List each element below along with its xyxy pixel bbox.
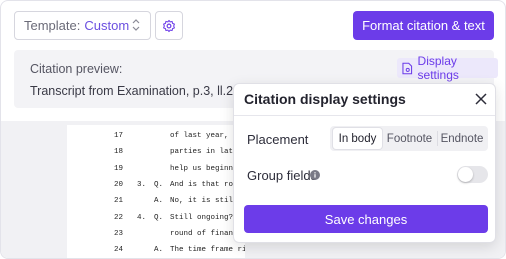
line-number: 24 [113,246,123,255]
line-number: 19 [113,164,123,173]
popover-divider [234,115,495,116]
file-settings-icon [402,62,413,74]
speaker-marker: Q. [154,213,164,222]
line-number: 22 [113,213,123,222]
placement-label: Placement [247,132,309,147]
line-text: No, it is still [170,197,238,206]
placement-option-footnote[interactable]: Footnote [382,128,437,149]
line-number: 17 [113,132,123,140]
line-text: Still ongoing? i [170,213,243,222]
gear-icon [163,19,175,32]
group-fields-toggle[interactable] [457,166,488,183]
line-number: 21 [113,197,123,206]
close-icon[interactable] [474,92,488,106]
template-select[interactable]: Template: Custom [14,11,151,40]
display-settings-button[interactable]: Display settings [397,54,498,82]
line-number: 20 [113,180,123,189]
toggle-knob [458,167,473,182]
speaker-marker: A. [154,197,164,206]
speaker-marker: Q. [154,180,164,189]
placement-option-endnote[interactable]: Endnote [438,128,486,149]
template-label: Template: [24,18,81,33]
format-citation-button[interactable]: Format citation & text [353,11,494,40]
citation-preview-label: Citation preview: [30,62,123,76]
line-text: round of financi [170,229,243,238]
placement-option-label: Footnote [386,132,433,145]
group-fields-label: Group fields [247,168,318,183]
question-number: 4. [137,213,147,222]
line-number: 18 [113,148,123,157]
placement-option-label: In body [338,132,377,145]
template-value: Custom [84,18,130,33]
citation-preview-text: Transcript from Examination, p.3, ll.24-… [30,84,259,98]
citation-display-settings-popover: Citation display settings Placement In b… [233,83,496,243]
transcript-page[interactable]: 17 of last year, wi 18 parties in late 19 hel… [67,125,245,258]
line-number: 23 [113,229,123,238]
placement-option-label: Endnote [440,132,484,145]
line-text: help us beginnin [170,164,243,173]
display-settings-label: Display settings [417,54,459,82]
popover-title: Citation display settings [244,91,406,107]
line-text: parties in late [170,148,238,157]
save-changes-button[interactable]: Save changes [244,205,488,233]
speaker-marker: A. [154,246,164,255]
line-text: And is that roun [170,180,243,189]
line-text: of last year, wi [170,132,243,140]
line-text: The time frame right now is the end of t… [170,246,245,255]
placement-option-in-body[interactable]: In body [333,128,382,149]
info-icon[interactable] [310,170,320,180]
placement-segmented-control: In body Footnote Endnote [330,126,488,151]
template-settings-button[interactable] [155,11,183,40]
chevron-up-down-icon [132,19,140,31]
question-number: 3. [137,180,147,189]
app-frame: Template: Custom Format citation & text … [0,0,506,259]
